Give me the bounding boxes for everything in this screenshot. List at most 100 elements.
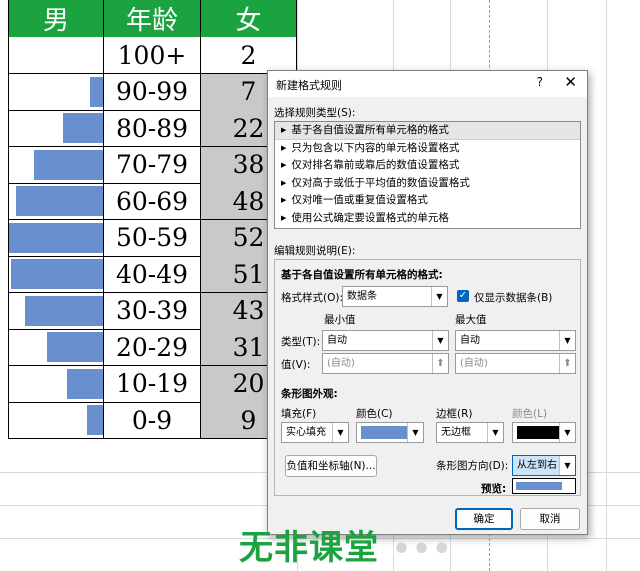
max-label: 最大值 [455, 314, 487, 326]
type-label: 类型(T): [281, 336, 321, 348]
chevron-down-icon: ▼ [407, 423, 423, 442]
direction-value: 从左到右 [517, 460, 557, 471]
male-cell[interactable] [8, 183, 104, 219]
rule-type-item[interactable]: ▶ 只为包含以下内容的单元格设置格式 [275, 140, 580, 158]
data-bar [11, 259, 103, 289]
table-row: 80-89 22 [8, 110, 297, 147]
ok-button[interactable]: 确定 [455, 508, 513, 530]
chevron-down-icon: ▼ [332, 423, 348, 442]
min-label: 最小值 [324, 314, 356, 326]
female-cell[interactable]: 2 [201, 37, 297, 73]
table-row: 40-49 51 [8, 256, 297, 293]
value-label: 值(V): [281, 359, 311, 371]
rule-type-item[interactable]: ▶ 仅对排名靠前或靠后的数值设置格式 [275, 157, 580, 175]
chevron-down-icon: ▼ [559, 423, 575, 442]
male-cell[interactable] [8, 365, 104, 402]
data-bar [67, 368, 103, 399]
max-value-input[interactable]: (自动) ⬆ [455, 353, 576, 374]
min-type-select[interactable]: 自动 ▼ [322, 330, 449, 351]
male-cell[interactable] [8, 37, 104, 73]
border-select[interactable]: 无边框 ▼ [436, 422, 504, 443]
rule-type-item[interactable]: ▶ 使用公式确定要设置格式的单元格 [275, 210, 580, 228]
male-cell[interactable] [8, 402, 104, 438]
header-female[interactable]: 女 [201, 0, 297, 37]
dialog-titlebar[interactable]: 新建格式规则 ? ✕ [268, 71, 587, 97]
bar-color-select[interactable]: ▼ [356, 422, 424, 443]
preview-box [512, 478, 576, 494]
format-all-heading: 基于各自值设置所有单元格的格式: [281, 269, 443, 281]
triangle-right-icon: ▶ [281, 126, 287, 134]
age-cell[interactable]: 50-59 [104, 219, 201, 256]
table-row: 100+ 2 [8, 37, 297, 74]
triangle-right-icon: ▶ [281, 196, 287, 204]
table-row: 90-99 7 [8, 73, 297, 111]
age-cell[interactable]: 70-79 [104, 146, 201, 183]
male-cell[interactable] [8, 329, 104, 365]
header-male[interactable]: 男 [8, 0, 104, 37]
fill-value: 实心填充 [286, 427, 326, 438]
fill-label: 填充(F) [281, 408, 317, 420]
range-picker-icon[interactable]: ⬆ [559, 354, 575, 373]
data-bar [90, 76, 103, 107]
rule-type-label: 仅对排名靠前或靠后的数值设置格式 [291, 159, 460, 171]
rule-type-item[interactable]: ▶ 仅对唯一值或重复值设置格式 [275, 192, 580, 210]
negative-axis-button[interactable]: 负值和坐标轴(N)... [285, 455, 377, 477]
rule-type-label: 仅对高于或低于平均值的数值设置格式 [291, 176, 470, 189]
bar-color-swatch [361, 426, 407, 439]
edit-rule-label: 编辑规则说明(E): [274, 245, 356, 257]
min-value-text: (自动) [327, 358, 355, 369]
border-value: 无边框 [441, 427, 471, 438]
age-cell[interactable]: 30-39 [104, 292, 201, 329]
male-cell[interactable] [8, 219, 104, 256]
fill-select[interactable]: 实心填充 ▼ [281, 422, 349, 443]
male-cell[interactable] [8, 110, 104, 146]
rule-description-panel: 基于各自值设置所有单元格的格式: 格式样式(O): 数据条 ▼ ✓ 仅显示数据条… [274, 259, 581, 496]
male-cell[interactable] [8, 256, 104, 292]
border-color-select[interactable]: ▼ [512, 422, 576, 443]
rule-type-item[interactable]: ▶ 仅对高于或低于平均值的数值设置格式 [275, 175, 580, 193]
age-cell[interactable]: 60-69 [104, 183, 201, 219]
data-bar [34, 149, 103, 180]
age-cell[interactable]: 0-9 [104, 402, 201, 438]
age-cell[interactable]: 100+ [104, 37, 201, 73]
chevron-down-icon: ▼ [559, 456, 575, 475]
header-age[interactable]: 年龄 [104, 0, 201, 37]
table-row: 50-59 52 [8, 219, 297, 257]
male-cell[interactable] [8, 146, 104, 183]
max-value-text: (自动) [460, 358, 488, 369]
help-icon[interactable]: ? [537, 75, 543, 89]
color-label: 颜色(C) [356, 408, 393, 420]
age-cell[interactable]: 80-89 [104, 110, 201, 146]
age-cell[interactable]: 90-99 [104, 73, 201, 110]
close-icon[interactable]: ✕ [564, 73, 577, 91]
max-type-select[interactable]: 自动 ▼ [455, 330, 576, 351]
rule-type-label: 使用公式确定要设置格式的单元格 [291, 211, 449, 224]
preview-bar [516, 482, 562, 490]
dialog-title: 新建格式规则 [276, 79, 342, 92]
triangle-right-icon: ▶ [281, 213, 287, 222]
cancel-button[interactable]: 取消 [520, 508, 580, 530]
male-cell[interactable] [8, 292, 104, 329]
data-bar [25, 295, 103, 326]
direction-select[interactable]: 从左到右 ▼ [512, 455, 576, 476]
data-bar [9, 222, 103, 253]
triangle-right-icon: ▶ [281, 143, 287, 152]
male-cell[interactable] [8, 73, 104, 110]
range-picker-icon[interactable]: ⬆ [432, 354, 448, 373]
rule-type-label: 只为包含以下内容的单元格设置格式 [291, 141, 460, 154]
format-style-value: 数据条 [347, 291, 377, 302]
table-row: 0-9 9 [8, 402, 297, 439]
data-bar [63, 113, 103, 143]
table-row: 60-69 48 [8, 183, 297, 220]
rule-type-list[interactable]: ▶ 基于各自值设置所有单元格的格式 ▶ 只为包含以下内容的单元格设置格式 ▶ 仅对排名靠前… [274, 121, 581, 229]
show-bar-only-checkbox[interactable]: ✓ [457, 290, 469, 302]
age-cell[interactable]: 10-19 [104, 365, 201, 402]
age-cell[interactable]: 40-49 [104, 256, 201, 292]
rule-type-item[interactable]: ▶ 基于各自值设置所有单元格的格式 [275, 122, 580, 140]
chevron-down-icon: ▼ [559, 331, 575, 350]
format-style-select[interactable]: 数据条 ▼ [342, 286, 448, 307]
preview-label: 预览: [481, 483, 507, 495]
age-cell[interactable]: 20-29 [104, 329, 201, 365]
rule-type-label: 仅对唯一值或重复值设置格式 [291, 194, 428, 206]
min-value-input[interactable]: (自动) ⬆ [322, 353, 449, 374]
